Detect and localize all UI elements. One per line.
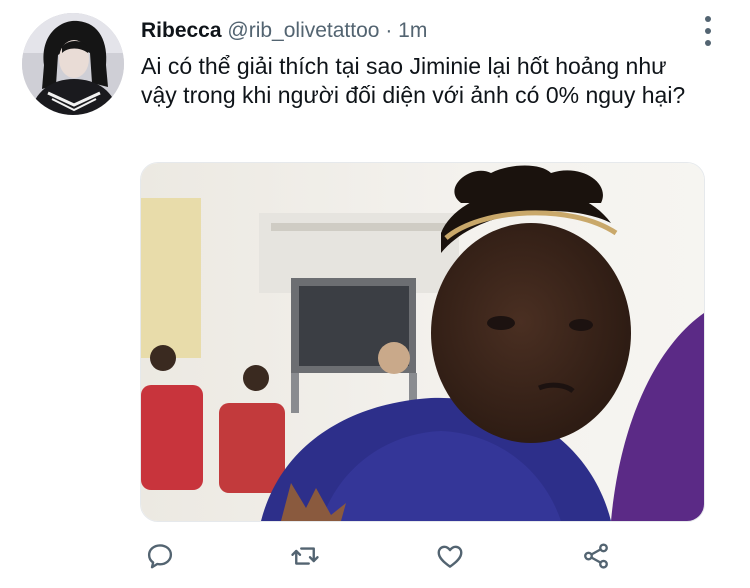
- tweet-text: Ai có thể giải thích tại sao Jiminie lại…: [141, 53, 686, 108]
- tweet-header: Ribecca @rib_olivetattoo · 1m: [141, 17, 690, 45]
- author-name[interactable]: Ribecca: [141, 19, 222, 42]
- tweet-media[interactable]: [140, 162, 705, 522]
- like-icon[interactable]: [430, 536, 470, 576]
- meta-separator: ·: [385, 19, 393, 42]
- share-icon[interactable]: [576, 536, 616, 576]
- avatar[interactable]: [22, 13, 124, 115]
- media-image: [141, 163, 704, 521]
- tweet-actions: [140, 536, 620, 576]
- more-options-icon[interactable]: [696, 16, 720, 46]
- avatar-image: [22, 13, 124, 115]
- author-handle[interactable]: @rib_olivetattoo: [227, 19, 379, 42]
- retweet-icon[interactable]: [285, 536, 325, 576]
- reply-icon[interactable]: [140, 536, 180, 576]
- timestamp[interactable]: 1m: [398, 19, 427, 42]
